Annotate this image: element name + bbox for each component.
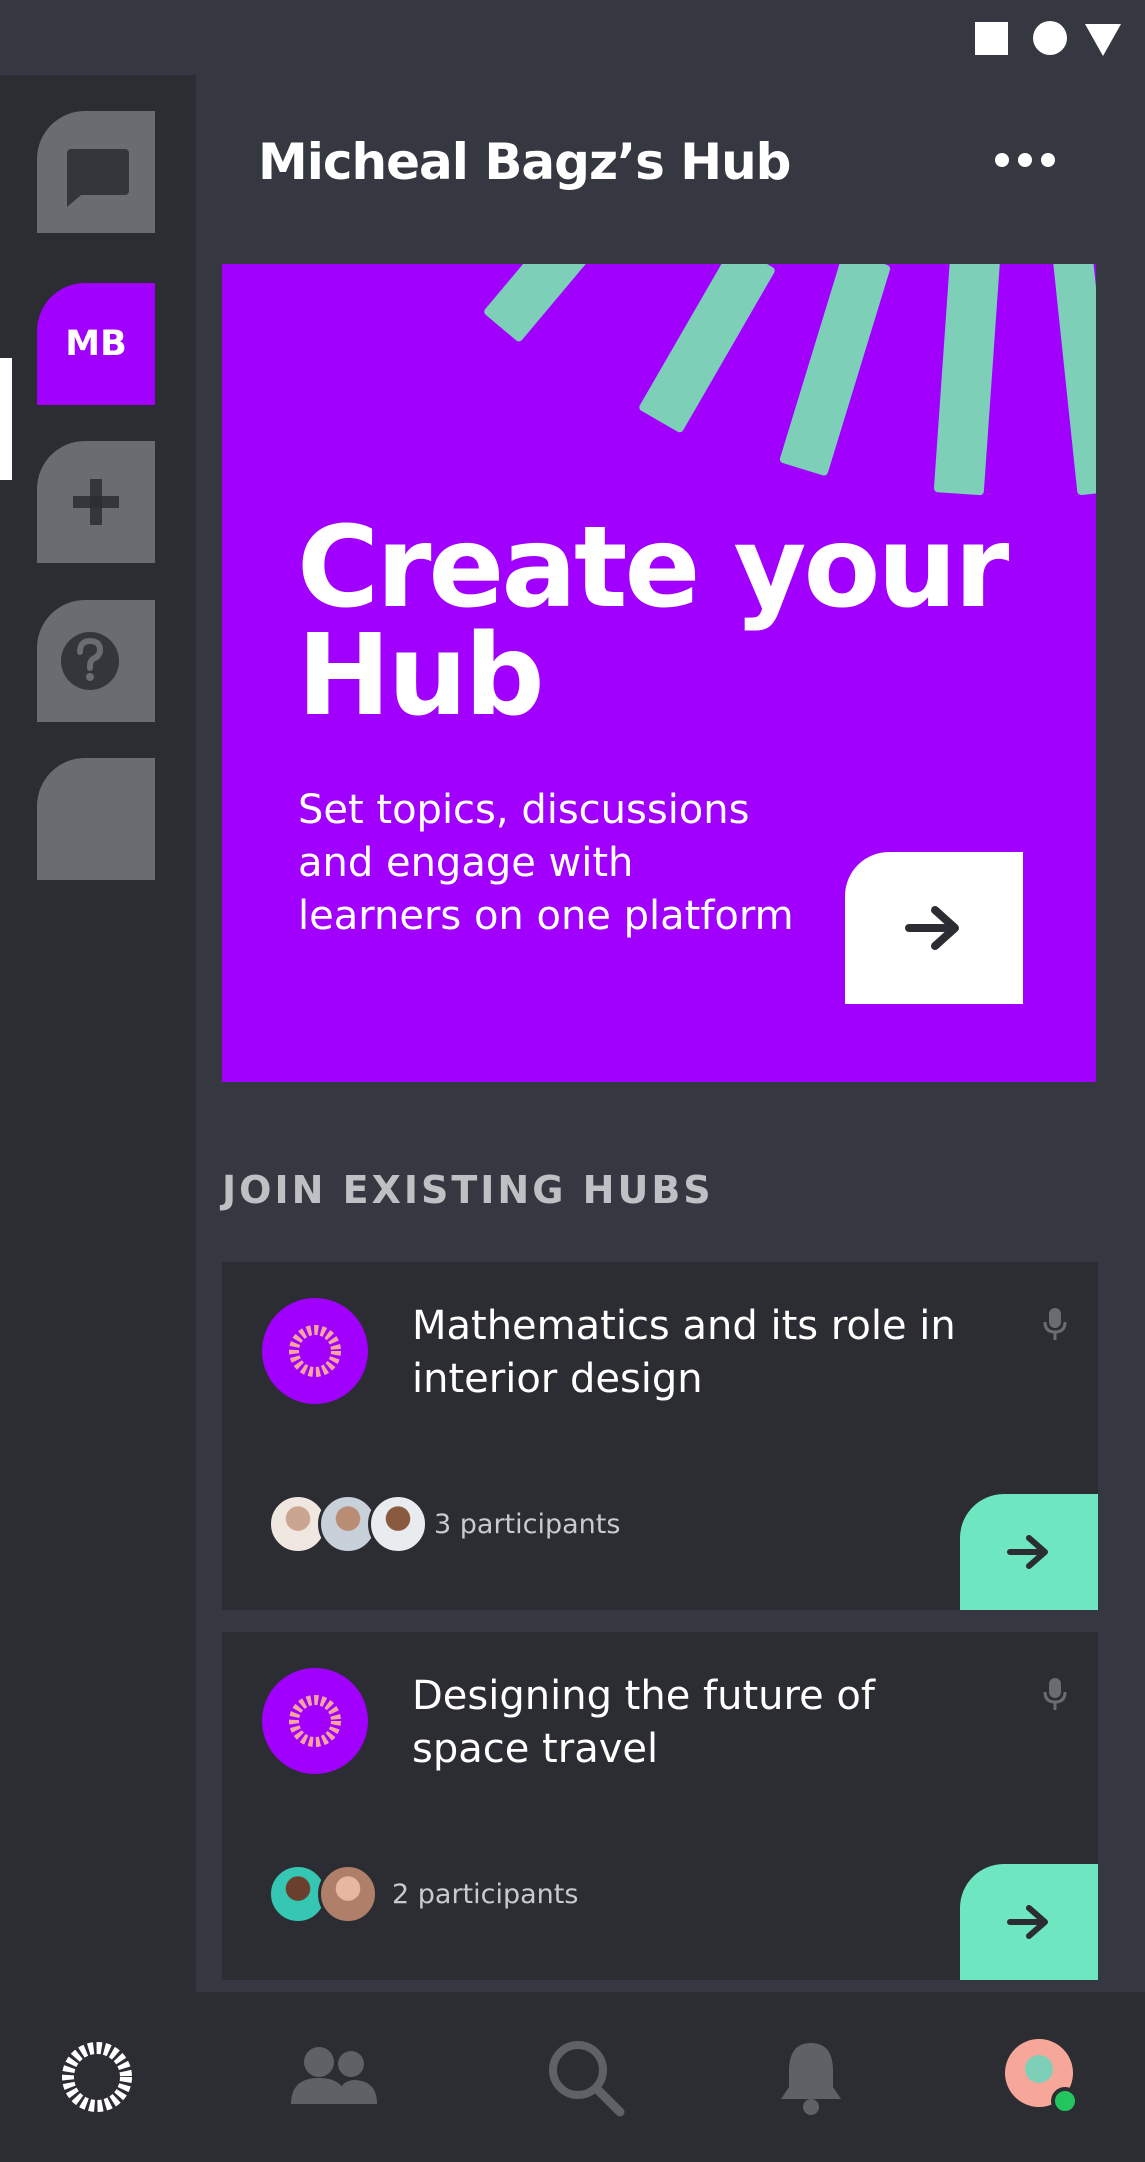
hub-initials: MB <box>65 324 127 364</box>
profile-avatar <box>1005 2039 1079 2115</box>
sidebar-active-indicator <box>0 358 12 480</box>
hub-logo-icon <box>262 1298 368 1404</box>
avatar <box>368 1494 428 1554</box>
sidebar-item-help[interactable] <box>37 600 155 722</box>
participant-avatars <box>268 1864 378 1924</box>
help-icon <box>61 632 119 690</box>
decor-ray <box>778 264 892 477</box>
bell-icon <box>781 2043 841 2115</box>
sidebar-item-add-hub[interactable] <box>37 441 155 563</box>
triangle-status-icon <box>1085 24 1121 56</box>
dot-icon <box>1041 153 1055 167</box>
dot-icon <box>1018 153 1032 167</box>
hub-sidebar: MB <box>0 75 196 1992</box>
square-status-icon <box>975 22 1008 55</box>
hub-title: Designing the future of space travel <box>412 1673 875 1772</box>
sidebar-item-blank[interactable] <box>37 758 155 880</box>
arrow-right-icon <box>1007 1535 1048 1569</box>
status-bar <box>0 0 1145 75</box>
page-title: Micheal Bagz’s Hub <box>258 133 791 191</box>
participant-count: 3 participants <box>434 1509 621 1540</box>
sidebar-item-messages[interactable] <box>37 111 155 233</box>
avatar <box>318 1864 378 1924</box>
join-hub-button[interactable] <box>960 1864 1098 1980</box>
nav-notifications-button[interactable] <box>766 2032 856 2122</box>
hub-card[interactable]: Mathematics and its role in interior des… <box>222 1262 1098 1610</box>
nav-profile-button[interactable] <box>996 2032 1086 2122</box>
plus-icon <box>73 479 119 525</box>
decor-ray <box>637 264 777 434</box>
decor-ray <box>482 264 610 344</box>
people-icon <box>291 2047 377 2104</box>
create-hub-button[interactable] <box>845 852 1023 1004</box>
hub-card[interactable]: Designing the future of space travel 2 p… <box>222 1632 1098 1980</box>
dot-icon <box>995 153 1009 167</box>
arrow-right-icon <box>905 906 959 950</box>
create-hub-banner: Create your Hub Set topics, discussions … <box>222 264 1096 1082</box>
hero-title-line2: Hub <box>297 611 545 741</box>
nav-search-button[interactable] <box>540 2032 630 2122</box>
home-logo-icon <box>62 2042 132 2112</box>
participant-count: 2 participants <box>392 1879 579 1910</box>
hub-logo-icon <box>262 1668 368 1774</box>
microphone-icon <box>1042 1676 1068 1716</box>
more-options-button[interactable] <box>995 143 1055 177</box>
decor-ray <box>1052 264 1096 496</box>
nav-people-button[interactable] <box>289 2032 379 2122</box>
sidebar-item-my-hub[interactable]: MB <box>37 283 155 405</box>
hub-title: Mathematics and its role in interior des… <box>412 1303 956 1402</box>
bottom-nav <box>0 1992 1145 2162</box>
chat-icon <box>67 149 129 207</box>
join-hub-button[interactable] <box>960 1494 1098 1610</box>
microphone-icon <box>1042 1306 1068 1346</box>
hero-description: Set topics, discussions and engage with … <box>298 787 794 939</box>
hero-title: Create your Hub <box>297 512 1017 732</box>
arrow-right-icon <box>1007 1905 1048 1939</box>
nav-home-button[interactable] <box>52 2032 142 2122</box>
search-icon <box>549 2041 625 2117</box>
circle-status-icon <box>1033 21 1067 55</box>
participant-avatars <box>268 1494 428 1554</box>
section-heading: JOIN EXISTING HUBS <box>222 1168 714 1212</box>
decor-ray <box>933 264 1001 496</box>
